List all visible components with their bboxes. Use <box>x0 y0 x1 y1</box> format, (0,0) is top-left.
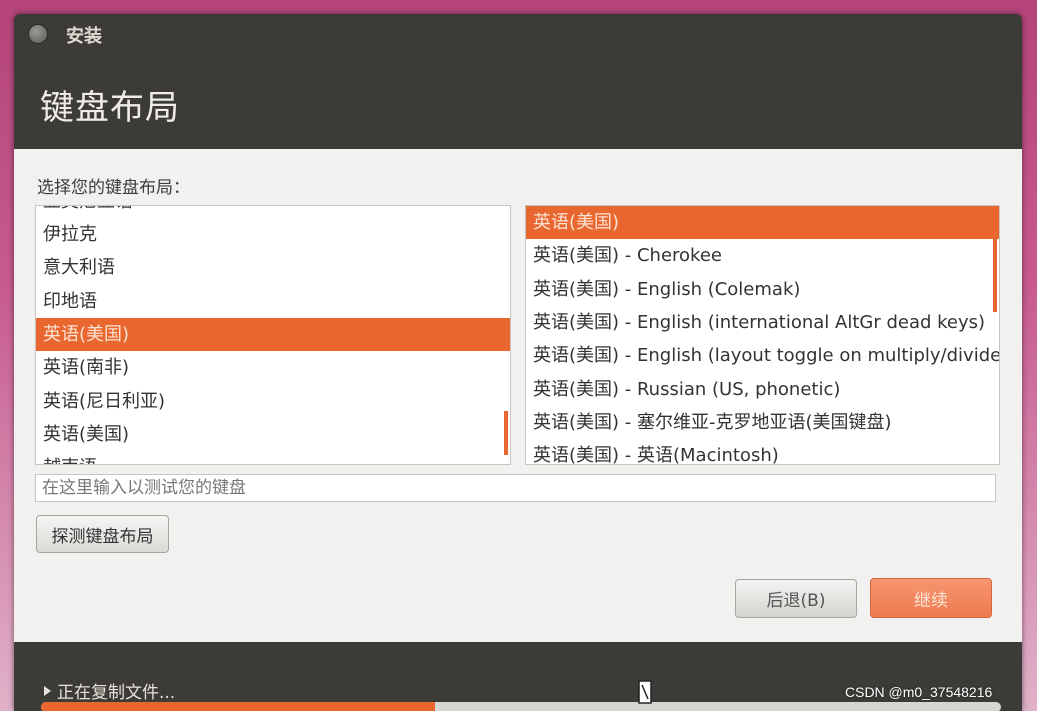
layout-list-item[interactable]: 伊拉克 <box>36 218 510 251</box>
variant-list-item[interactable]: 英语(美国) - English (Colemak) <box>526 273 999 306</box>
layout-list-item[interactable]: 印地语 <box>36 285 510 318</box>
progress-bar <box>41 702 1001 711</box>
expand-triangle-icon[interactable] <box>44 685 51 696</box>
progress-fill <box>41 702 435 711</box>
back-button[interactable]: 后退(B) <box>735 579 857 618</box>
detect-layout-button[interactable]: 探测键盘布局 <box>36 515 169 553</box>
page-title: 键盘布局 <box>40 88 180 128</box>
installer-window: 安装 键盘布局 选择您的键盘布局： 亚美尼亚语伊拉克意大利语印地语英语(美国)英… <box>14 14 1022 711</box>
title-bar: 安装 <box>14 14 1022 56</box>
window-title: 安装 <box>66 26 102 47</box>
variant-list-item[interactable]: 英语(美国) - English (layout toggle on multi… <box>526 339 999 372</box>
text-cursor-icon <box>638 680 652 704</box>
variant-list[interactable]: 英语(美国) 英语(美国) - Cherokee 英语(美国) - English … <box>525 205 1000 465</box>
watermark: CSDN @m0_37548216 <box>845 684 993 700</box>
variant-list-item-partial-bottom[interactable]: 英语(美国) - 英语(Macintosh) <box>526 439 999 464</box>
layout-list-item[interactable]: 英语(尼日利亚) <box>36 385 510 418</box>
content-panel: 选择您的键盘布局： 亚美尼亚语伊拉克意大利语印地语英语(美国)英语(南非)英语(… <box>14 149 1022 642</box>
layout-list-item-partial-bottom[interactable]: 越南语 <box>36 451 510 464</box>
layout-prompt: 选择您的键盘布局： <box>37 178 190 198</box>
variant-list-item[interactable]: 英语(美国) - English (international AltGr de… <box>526 306 999 339</box>
progress-area: 正在复制文件... <box>14 642 1022 711</box>
layout-list-item-partial-top[interactable]: 亚美尼亚语 <box>36 206 510 218</box>
layout-list[interactable]: 亚美尼亚语伊拉克意大利语印地语英语(美国)英语(南非)英语(尼日利亚)英语(美国… <box>35 205 511 465</box>
variant-list-item[interactable]: 英语(美国) <box>526 206 999 239</box>
variant-list-item[interactable]: 英语(美国) - 塞尔维亚-克罗地亚语(美国键盘) <box>526 406 999 439</box>
variant-list-item[interactable]: 英语(美国) - Russian (US, phonetic) <box>526 373 999 406</box>
layout-list-item[interactable]: 英语(美国) <box>36 418 510 451</box>
status-line[interactable]: 正在复制文件... <box>44 678 175 703</box>
close-icon[interactable] <box>28 24 48 44</box>
layout-list-item[interactable]: 意大利语 <box>36 251 510 284</box>
continue-button[interactable]: 继续 <box>870 578 992 618</box>
keyboard-test-input[interactable] <box>35 474 996 502</box>
layout-list-item[interactable]: 英语(南非) <box>36 351 510 384</box>
layout-list-item[interactable]: 英语(美国) <box>36 317 510 351</box>
status-text: 正在复制文件... <box>57 683 176 703</box>
variant-list-item[interactable]: 英语(美国) - Cherokee <box>526 239 999 272</box>
